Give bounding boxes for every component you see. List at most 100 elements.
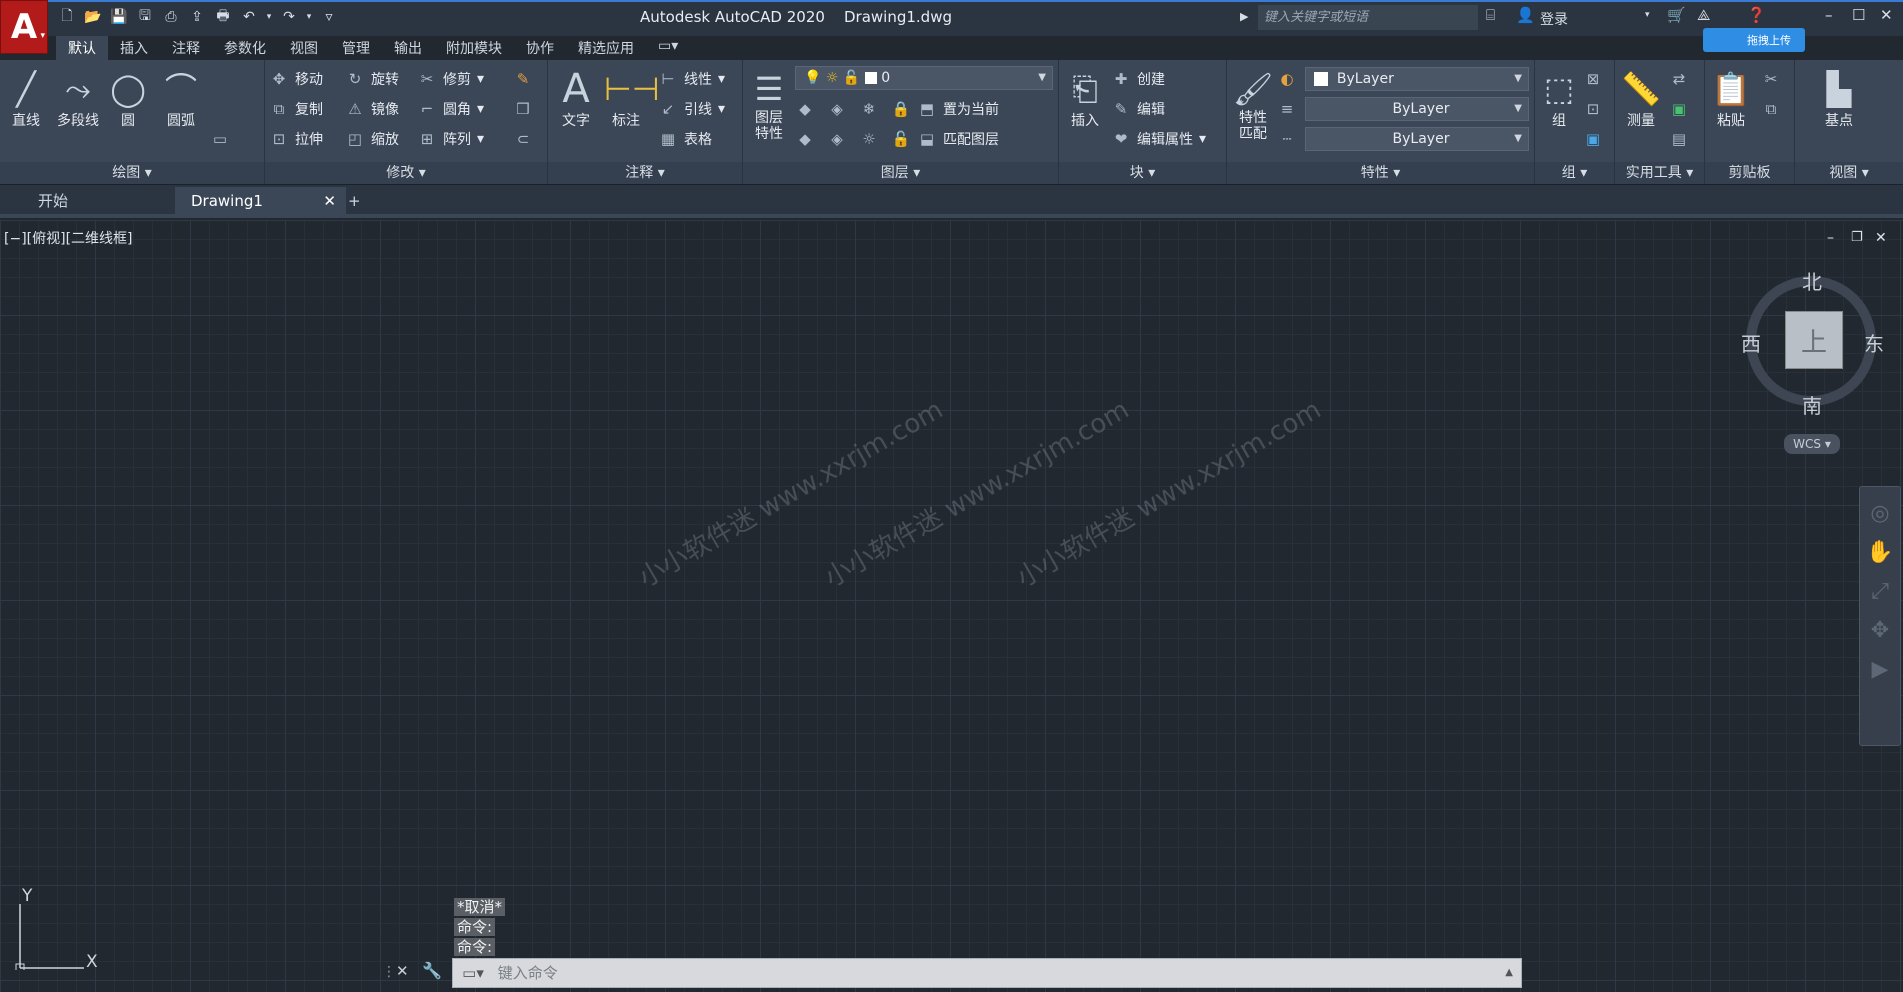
- tab-collaborate[interactable]: 协作: [514, 36, 566, 60]
- help-icon[interactable]: ❓: [1747, 6, 1766, 24]
- clipboard-panel-label[interactable]: 剪贴板: [1705, 162, 1794, 184]
- app-menu-button[interactable]: A ▾: [0, 0, 48, 54]
- linetype-dropdown[interactable]: ByLayer ▼: [1305, 97, 1529, 121]
- color-dropdown[interactable]: ByLayer ▼: [1305, 67, 1529, 91]
- viewcube-top-face[interactable]: 上: [1785, 311, 1843, 369]
- tab-manage[interactable]: 管理: [330, 36, 382, 60]
- draw-panel-label[interactable]: 绘图 ▾: [0, 162, 264, 184]
- fillet-button[interactable]: ⌐ 圆角 ▾: [417, 96, 484, 122]
- steering-wheel-icon[interactable]: ◎: [1860, 501, 1900, 526]
- insert-button[interactable]: ⎗ 插入: [1063, 68, 1107, 130]
- viewport-restore-icon[interactable]: ❐: [1851, 230, 1863, 245]
- rotate-button[interactable]: ↻ 旋转: [345, 66, 399, 92]
- tab-featured-apps[interactable]: 精选应用: [566, 36, 646, 60]
- customize-wrench-icon[interactable]: 🔧: [422, 961, 442, 980]
- tab-drawing1[interactable]: Drawing1 ✕: [175, 187, 346, 215]
- command-history-toggle-icon[interactable]: ▲: [1505, 959, 1513, 987]
- close-tab-icon[interactable]: ✕: [323, 187, 336, 215]
- polyline-button[interactable]: ⤳ 多段线: [50, 68, 106, 130]
- rectangle-button[interactable]: ▭: [210, 126, 230, 152]
- search-input[interactable]: 键入关键字或短语: [1258, 5, 1478, 30]
- tab-annotate[interactable]: 注释: [160, 36, 212, 60]
- measure-button[interactable]: 📏 测量: [1619, 68, 1663, 130]
- edit-block-button[interactable]: ✎ 编辑: [1111, 96, 1165, 122]
- mirror-button[interactable]: ⚠ 镜像: [345, 96, 399, 122]
- layer-unisolate-icon[interactable]: ◈: [827, 130, 847, 148]
- search-expand-icon[interactable]: ▶: [1240, 10, 1248, 23]
- share-icon[interactable]: ⇪: [186, 7, 208, 27]
- tab-output[interactable]: 输出: [382, 36, 434, 60]
- annotation-panel-label[interactable]: 注释 ▾: [548, 162, 742, 184]
- group-button[interactable]: ⬚ 组: [1539, 68, 1579, 130]
- layer-thaw-icon[interactable]: ☼: [859, 130, 879, 148]
- print-icon[interactable]: 🖶: [212, 7, 234, 27]
- group-edit-icon[interactable]: ⊡: [1583, 96, 1603, 122]
- viewport-minimize-icon[interactable]: –: [1827, 230, 1834, 246]
- save-as-icon[interactable]: 🖫: [134, 7, 156, 27]
- a360-icon[interactable]: ⟁: [1697, 6, 1710, 24]
- zoom-icon[interactable]: ⤢: [1860, 579, 1900, 604]
- layer-off-icon[interactable]: ◆: [795, 100, 815, 118]
- base-point-button[interactable]: ▙ 基点: [1809, 68, 1869, 130]
- cut-icon[interactable]: ✂: [1761, 66, 1781, 92]
- quick-select-icon[interactable]: ⇄: [1669, 66, 1689, 92]
- layer-on-icon[interactable]: ◆: [795, 130, 815, 148]
- create-block-button[interactable]: ✚ 创建: [1111, 66, 1165, 92]
- match-layer-button[interactable]: ⬓ 匹配图层: [917, 126, 999, 152]
- viewport-controls[interactable]: [−][俯视][二维线框]: [4, 228, 133, 248]
- array-button[interactable]: ⊞ 阵列 ▾: [417, 126, 484, 152]
- stretch-button[interactable]: ⊡ 拉伸: [269, 126, 323, 152]
- tab-view[interactable]: 视图: [278, 36, 330, 60]
- tab-insert[interactable]: 插入: [108, 36, 160, 60]
- export-icon[interactable]: ⎙: [160, 7, 182, 27]
- binoculars-icon[interactable]: ⌸: [1486, 6, 1495, 24]
- point-style-icon[interactable]: ▣: [1669, 96, 1689, 122]
- match-properties-button[interactable]: 🖌 特性 匹配: [1231, 68, 1275, 142]
- trim-button[interactable]: ✂ 修剪 ▾: [417, 66, 484, 92]
- login-button[interactable]: 登录: [1540, 9, 1568, 29]
- command-close-icon[interactable]: ✕: [396, 962, 409, 980]
- tab-parametric[interactable]: 参数化: [212, 36, 278, 60]
- undo-icon[interactable]: ↶: [238, 7, 260, 27]
- compass-north[interactable]: 北: [1802, 266, 1822, 295]
- maximize-button[interactable]: ☐: [1852, 6, 1865, 24]
- circle-button[interactable]: ◯ 圆: [106, 68, 150, 130]
- command-grip-icon[interactable]: ⋮: [382, 964, 396, 980]
- viewport-close-icon[interactable]: ✕: [1875, 230, 1887, 246]
- open-file-icon[interactable]: 📂: [82, 7, 104, 27]
- lineweight-dropdown[interactable]: ByLayer ▼: [1305, 127, 1529, 151]
- block-panel-label[interactable]: 块 ▾: [1059, 162, 1226, 184]
- offset-button[interactable]: ⊂: [513, 126, 533, 152]
- compass-south[interactable]: 南: [1802, 390, 1822, 419]
- groups-panel-label[interactable]: 组 ▾: [1535, 162, 1614, 184]
- command-prompt-icon[interactable]: ▭▾: [453, 959, 493, 987]
- ungroup-icon[interactable]: ⊠: [1583, 66, 1603, 92]
- new-tab-button[interactable]: +: [340, 187, 361, 215]
- leader-button[interactable]: ↙ 引线 ▾: [658, 96, 725, 122]
- properties-panel-label[interactable]: 特性 ▾: [1227, 162, 1534, 184]
- layer-dropdown[interactable]: 💡 ☼ 🔓 0 ▼: [795, 66, 1053, 90]
- explode-button[interactable]: ❒: [513, 96, 533, 122]
- layer-isolate-icon[interactable]: ◈: [827, 100, 847, 118]
- save-icon[interactable]: 💾: [108, 7, 130, 27]
- set-current-button[interactable]: ⬒ 置为当前: [917, 96, 999, 122]
- undo-dropdown-icon[interactable]: ▾: [264, 7, 274, 27]
- layer-lock-icon[interactable]: 🔒: [891, 100, 911, 118]
- ribbon-toggle-icon[interactable]: ▭▾: [646, 36, 690, 60]
- group-select-icon[interactable]: ▣: [1583, 126, 1603, 152]
- calculator-icon[interactable]: ▤: [1669, 126, 1689, 152]
- login-dropdown-icon[interactable]: ▾: [1645, 10, 1650, 20]
- move-button[interactable]: ✥ 移动: [269, 66, 323, 92]
- customize-qat-icon[interactable]: ▿: [318, 7, 340, 27]
- command-input[interactable]: ▭▾ 键入命令 ▲: [452, 958, 1522, 988]
- edit-attributes-button[interactable]: ❤ 编辑属性 ▾: [1111, 126, 1206, 152]
- tab-addins[interactable]: 附加模块: [434, 36, 514, 60]
- layer-properties-button[interactable]: ☰ 图层 特性: [747, 68, 791, 142]
- orbit-icon[interactable]: ✥: [1860, 618, 1900, 643]
- paste-button[interactable]: 📋 粘贴: [1709, 68, 1753, 130]
- copy-clip-icon[interactable]: ⧉: [1761, 96, 1781, 122]
- utilities-panel-label[interactable]: 实用工具 ▾: [1615, 162, 1704, 184]
- redo-icon[interactable]: ↷: [278, 7, 300, 27]
- upload-button[interactable]: 拖拽上传: [1703, 28, 1805, 52]
- close-button[interactable]: ✕: [1880, 6, 1893, 24]
